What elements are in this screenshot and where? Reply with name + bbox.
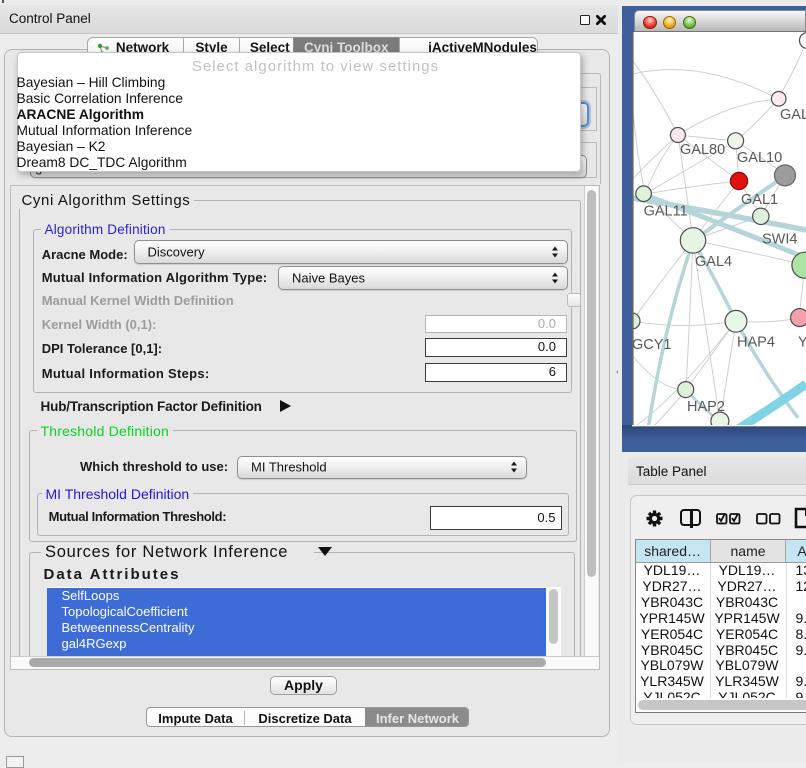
svg-text:GAL4: GAL4 (695, 254, 732, 270)
svg-text:GCY1: GCY1 (632, 337, 672, 353)
svg-text:HAP4: HAP4 (737, 335, 775, 351)
svg-text:GAL80: GAL80 (680, 142, 725, 158)
svg-text:Y: Y (798, 335, 806, 351)
svg-text:HAP2: HAP2 (687, 399, 725, 415)
svg-text:GAL: GAL (780, 107, 806, 123)
svg-text:GAL11: GAL11 (644, 204, 688, 220)
svg-text:GAL1: GAL1 (741, 192, 778, 208)
svg-text:SWI4: SWI4 (762, 232, 797, 248)
svg-text:GAL10: GAL10 (737, 150, 782, 166)
